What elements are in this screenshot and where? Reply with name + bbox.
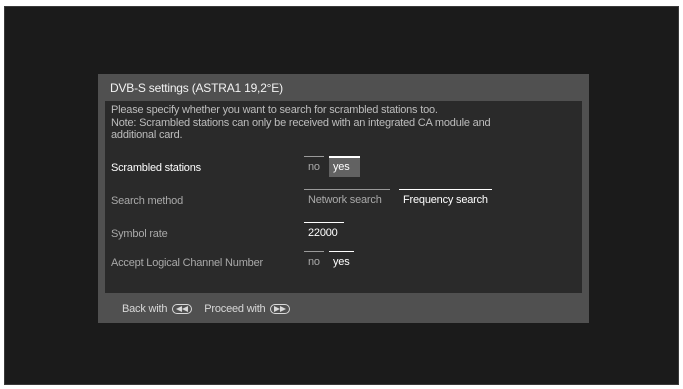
symbol-rate-label: Symbol rate [111, 228, 168, 240]
search-method-label: Search method [111, 195, 183, 207]
dialog-title: DVB-S settings (ASTRA1 19,2°E) [110, 81, 283, 95]
tv-screen: DVB-S settings (ASTRA1 19,2°E) Please sp… [4, 6, 679, 385]
scrambled-option-no[interactable]: no [304, 156, 324, 176]
scrambled-stations-label: Scrambled stations [111, 162, 201, 174]
lcn-option-no[interactable]: no [304, 251, 324, 271]
search-method-network[interactable]: Network search [304, 189, 390, 209]
proceed-hint-label: Proceed with [204, 303, 266, 315]
footer-hints: Back with Proceed with [122, 303, 291, 315]
symbol-rate-value[interactable]: 22000 [304, 222, 344, 242]
lcn-label: Accept Logical Channel Number [111, 257, 263, 269]
note-line-1: Please specify whether you want to searc… [111, 104, 438, 116]
note-line-3: additional card. [111, 129, 183, 141]
fast-forward-button-icon [270, 304, 291, 314]
rewind-button-icon [172, 304, 193, 314]
back-hint-label: Back with [122, 303, 168, 315]
dvbs-settings-dialog: DVB-S settings (ASTRA1 19,2°E) Please sp… [98, 74, 589, 323]
note-line-2: Note: Scrambled stations can only be rec… [111, 116, 491, 129]
help-note: Please specify whether you want to searc… [111, 104, 571, 142]
lcn-option-yes[interactable]: yes [329, 251, 354, 271]
settings-panel: Please specify whether you want to searc… [105, 101, 582, 293]
scrambled-option-yes[interactable]: yes [329, 156, 360, 177]
search-method-frequency[interactable]: Frequency search [399, 189, 492, 209]
